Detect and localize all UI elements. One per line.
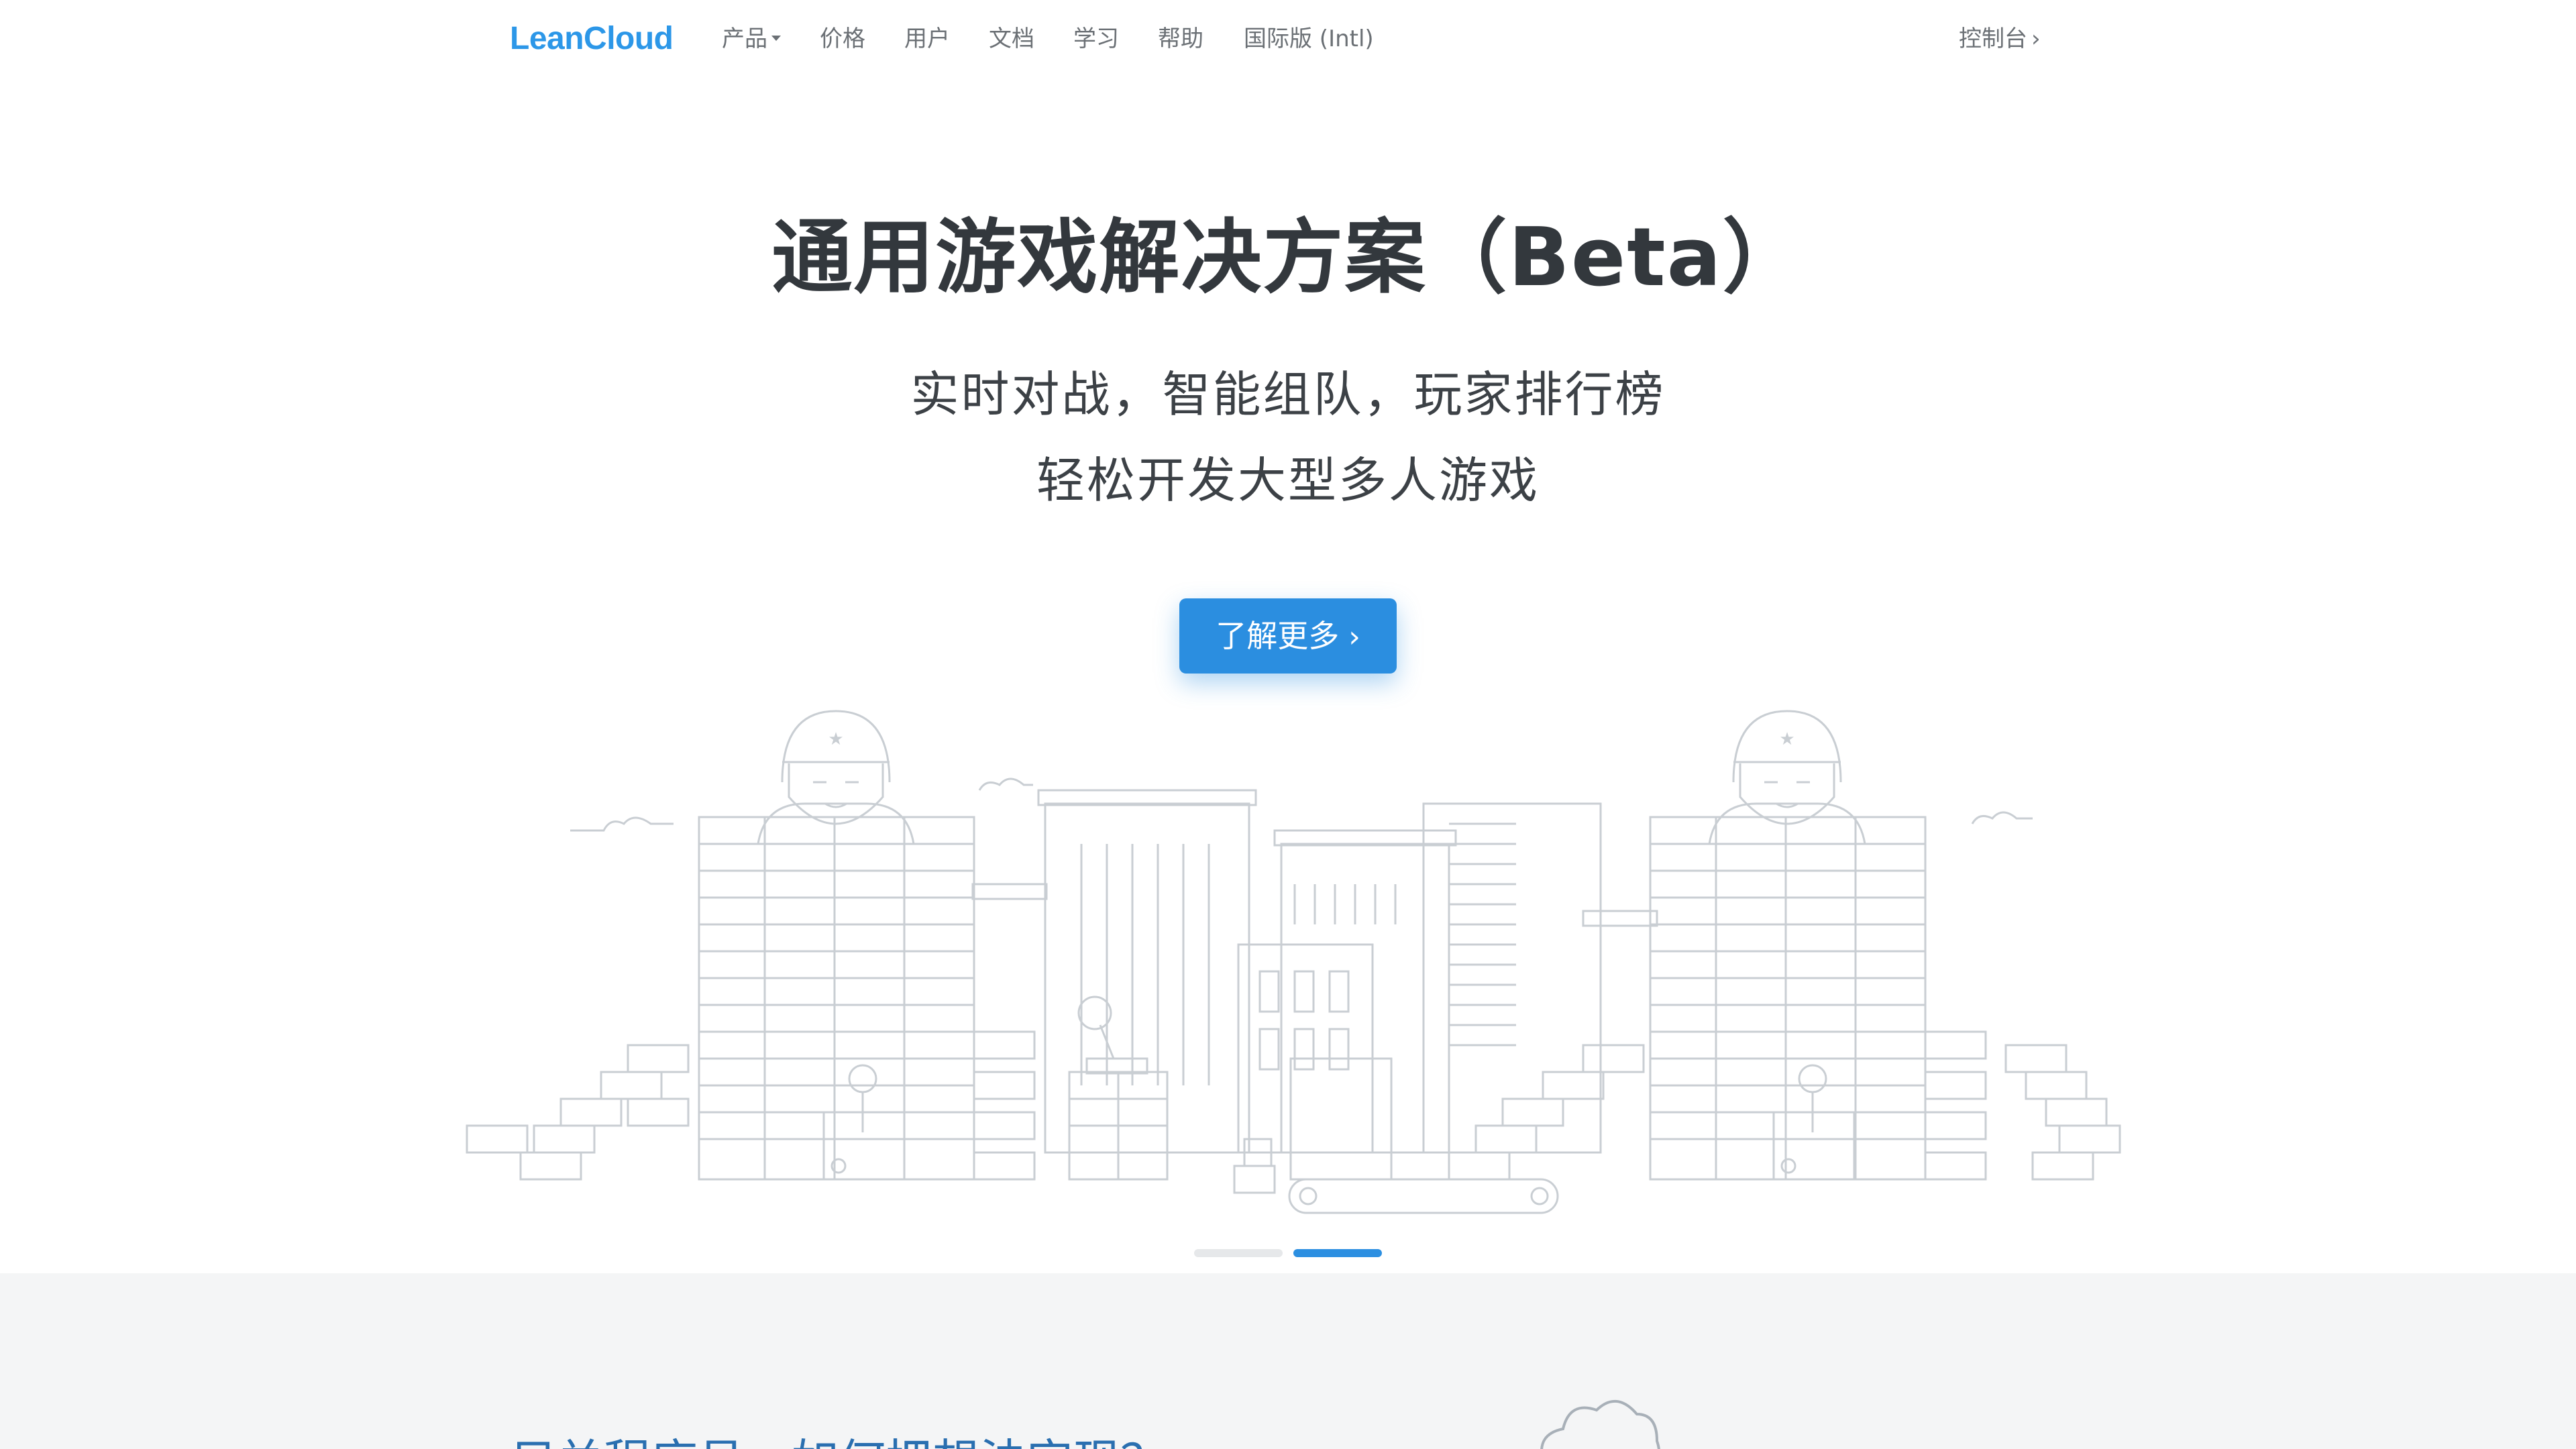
cloud-icon (1540, 1399, 1660, 1449)
svg-text:★: ★ (828, 729, 843, 749)
nav-item-learn[interactable]: 学习 (1073, 20, 1119, 58)
hero-title: 通用游戏解决方案（Beta） (771, 211, 1805, 305)
carousel-indicator-2-active[interactable] (1293, 1249, 1382, 1257)
chevron-right-icon: › (2031, 25, 2041, 52)
conveyor-illustration (1233, 1057, 1559, 1214)
right-brick-wall (1448, 816, 2121, 1181)
learn-more-button[interactable]: 了解更多 › (1179, 598, 1397, 674)
nav-item-customers[interactable]: 用户 (904, 20, 950, 58)
intro-section: 只关程序员，如何把想法实现？ (0, 1273, 2576, 1449)
hero-subtitle-line-1: 实时对战，智能组队，玩家排行榜 (910, 366, 1666, 423)
joystick-icon (1068, 996, 1169, 1181)
console-link[interactable]: 控制台 › (1959, 20, 2041, 58)
hero-subtitle-line-2: 轻松开发大型多人游戏 (1036, 452, 1540, 508)
nav-item-products[interactable]: 产品 (722, 20, 781, 58)
learn-more-label: 了解更多 (1216, 618, 1340, 654)
nav-item-pricing[interactable]: 价格 (820, 20, 865, 58)
intro-heading: 只关程序员，如何把想法实现？ (510, 1432, 1167, 1449)
chevron-right-icon: › (1348, 620, 1360, 654)
top-navbar: LeanCloud 产品 价格 用户 文档 学习 帮助 国际版 (Intl) 控… (0, 0, 2576, 79)
left-joystick-icon (822, 1064, 906, 1181)
hero-section: 通用游戏解决方案（Beta） 实时对战，智能组队，玩家排行榜 轻松开发大型多人游… (0, 79, 2576, 1273)
nav-item-label: 产品 (722, 25, 767, 52)
nav-item-help[interactable]: 帮助 (1158, 20, 1203, 58)
console-label: 控制台 (1959, 25, 2027, 52)
caret-down-icon (771, 35, 781, 41)
nav-item-docs[interactable]: 文档 (989, 20, 1034, 58)
left-brick-wall (466, 816, 1036, 1181)
nav-item-international[interactable]: 国际版 (Intl) (1244, 20, 1374, 58)
svg-text:★: ★ (1779, 729, 1794, 749)
brand-logo[interactable]: LeanCloud (510, 17, 674, 60)
left-soldier-illustration: ★ (757, 710, 915, 845)
right-soldier-illustration: ★ (1708, 710, 1866, 845)
carousel-indicator-1[interactable] (1194, 1249, 1283, 1257)
hero-illustration: ★ ★ (466, 710, 2121, 1214)
